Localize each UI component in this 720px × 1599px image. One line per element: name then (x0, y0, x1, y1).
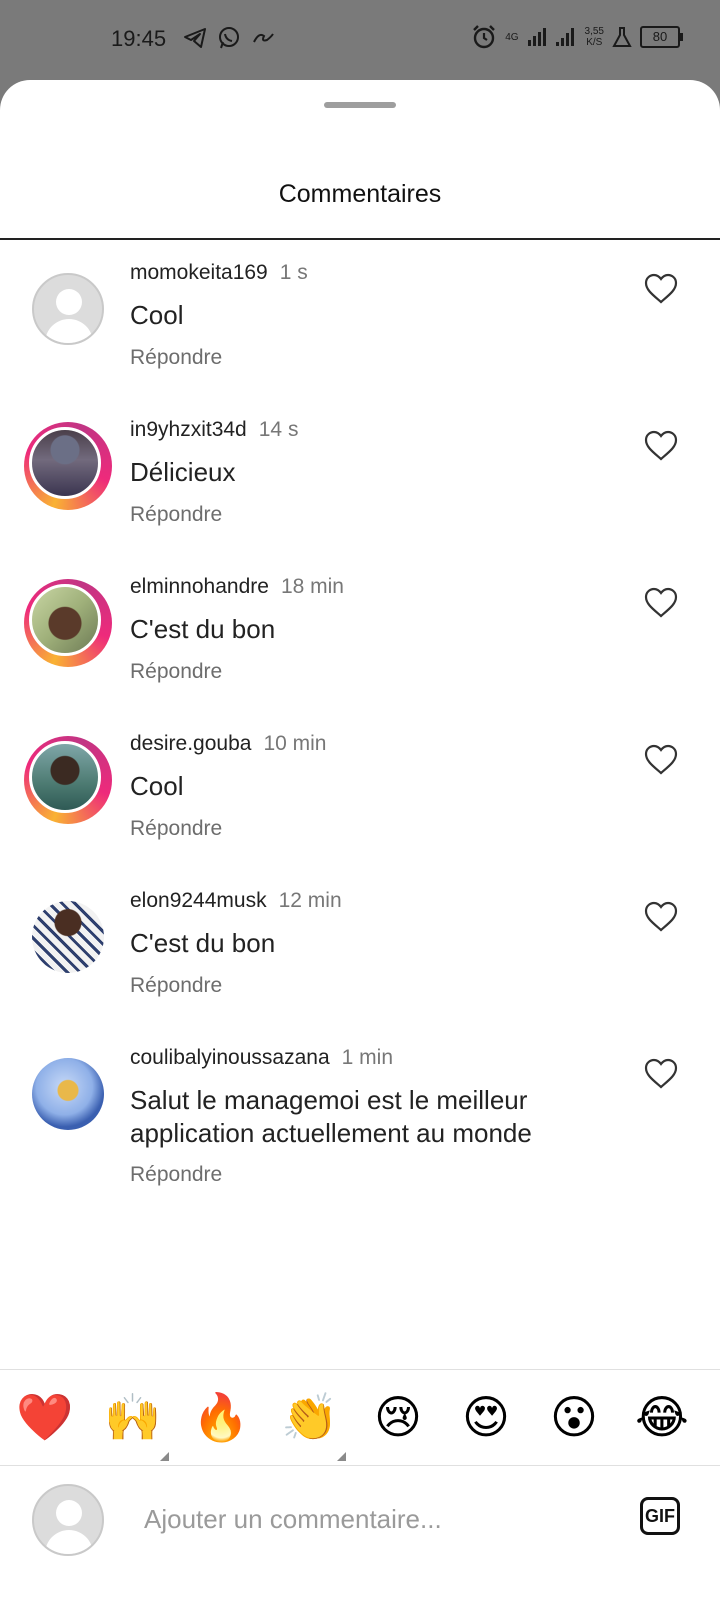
avatar-photo (29, 741, 101, 813)
avatar-photo (32, 1058, 104, 1130)
network-speed-unit: K/S (586, 37, 603, 48)
battery-icon: 80 (640, 26, 683, 48)
comment-item: elon9244musk 12 min C'est du bon Répondre (0, 889, 720, 1039)
skin-tone-indicator-icon (160, 1452, 169, 1461)
avatar-photo (29, 427, 101, 499)
status-bar: 19:45 4G 3,55 K/S 80 (0, 0, 720, 80)
comment-username[interactable]: elon9244musk (130, 889, 267, 912)
tears-of-joy-emoji[interactable]: 😂 (632, 1387, 692, 1447)
reply-button[interactable]: Répondre (130, 974, 222, 998)
comment-time: 18 min (280, 575, 344, 598)
comment-header: momokeita169 1 s (130, 261, 308, 285)
fire-emoji[interactable]: 🔥 (191, 1387, 251, 1447)
telegram-icon (184, 28, 206, 48)
title-divider (0, 238, 720, 240)
heart-icon[interactable] (644, 587, 678, 619)
network-speed-value: 3,55 (584, 26, 604, 37)
default-avatar-icon (32, 1484, 104, 1556)
heart-icon[interactable] (644, 1058, 678, 1090)
heart-icon[interactable] (644, 430, 678, 462)
avatar-photo (32, 901, 104, 973)
comment-text: Délicieux (130, 457, 236, 487)
avatar[interactable] (32, 901, 104, 973)
comment-username[interactable]: desire.gouba (130, 732, 251, 755)
comment-header: desire.gouba 10 min (130, 732, 326, 756)
emoji-bar: ❤️ 🙌 🔥 👏 😢 😍 😮 😂 (0, 1387, 720, 1469)
avatar[interactable] (24, 579, 112, 667)
network-speed: 3,55 K/S (585, 26, 604, 48)
comment-item: desire.gouba 10 min Cool Répondre (0, 732, 720, 882)
sheet-title: Commentaires (278, 180, 442, 208)
comment-item: momokeita169 1 s Cool Répondre (0, 261, 720, 411)
raising-hands-emoji[interactable]: 🙌 (103, 1387, 169, 1461)
reply-button[interactable]: Répondre (130, 1163, 222, 1187)
signal-icon (555, 28, 574, 46)
heart-icon[interactable] (644, 744, 678, 776)
heart-icon[interactable] (644, 273, 678, 305)
comment-header: elminnohandre 18 min (130, 575, 344, 599)
avatar[interactable] (32, 273, 104, 345)
comments-sheet: Commentaires momokeita169 1 s Cool Répond… (0, 80, 720, 1599)
clapping-hands-emoji-glyph: 👏 (281, 1391, 339, 1443)
lab-flask-icon (612, 27, 632, 47)
whatsapp-icon (219, 27, 239, 49)
comment-header: coulibalyinoussazana 1 min (130, 1046, 393, 1070)
skin-tone-indicator-icon (337, 1452, 346, 1461)
comment-item: in9yhzxit34d 14 s Délicieux Répondre (0, 418, 720, 568)
red-heart-emoji[interactable]: ❤️ (15, 1387, 75, 1447)
comment-time: 14 s (258, 418, 299, 441)
comment-text: C'est du bon (130, 928, 276, 958)
comment-time: 1 s (279, 261, 308, 284)
drag-handle[interactable] (324, 102, 396, 108)
comment-username[interactable]: coulibalyinoussazana (130, 1046, 330, 1069)
heart-icon[interactable] (644, 901, 678, 933)
network-type: 4G (505, 31, 519, 43)
clapping-hands-emoji[interactable]: 👏 (280, 1387, 346, 1461)
reply-button[interactable]: Répondre (130, 660, 222, 684)
gif-button[interactable]: GIF (640, 1497, 680, 1535)
avatar[interactable] (24, 736, 112, 824)
comment-composer: Ajouter un commentaire... GIF (0, 1466, 720, 1599)
reply-button[interactable]: Répondre (130, 503, 222, 527)
avatar-photo (29, 584, 101, 656)
emoji-bar-divider (0, 1369, 720, 1370)
surprised-face-emoji[interactable]: 😮 (544, 1387, 604, 1447)
heart-eyes-emoji[interactable]: 😍 (456, 1387, 516, 1447)
avatar[interactable] (32, 1058, 104, 1130)
raising-hands-emoji-glyph: 🙌 (104, 1391, 162, 1443)
comment-username[interactable]: in9yhzxit34d (130, 418, 247, 441)
crying-face-emoji[interactable]: 😢 (368, 1387, 428, 1447)
reply-button[interactable]: Répondre (130, 817, 222, 841)
status-time: 19:45 (111, 26, 167, 51)
comment-item: coulibalyinoussazana 1 min Salut le manag… (0, 1046, 720, 1226)
comment-text: Cool (130, 771, 184, 801)
comment-time: 1 min (341, 1046, 393, 1069)
comment-time: 10 min (263, 732, 327, 755)
avatar[interactable] (24, 422, 112, 510)
comment-text: C'est du bon (130, 614, 276, 644)
comment-header: elon9244musk 12 min (130, 889, 342, 913)
signal-icon (527, 28, 546, 46)
comment-time: 12 min (278, 889, 342, 912)
comment-username[interactable]: momokeita169 (130, 261, 268, 284)
reply-button[interactable]: Répondre (130, 346, 222, 370)
comment-header: in9yhzxit34d 14 s (130, 418, 298, 442)
comment-text: Salut le managemoi est le meilleur appli… (130, 1085, 532, 1148)
comment-username[interactable]: elminnohandre (130, 575, 269, 598)
comment-text: Cool (130, 300, 184, 330)
comment-item: elminnohandre 18 min C'est du bon Répondr… (0, 575, 720, 725)
chain-icon (253, 33, 274, 43)
default-avatar-icon (32, 273, 104, 345)
alarm-icon (473, 25, 496, 49)
comment-input[interactable]: Ajouter un commentaire... (144, 1504, 442, 1535)
